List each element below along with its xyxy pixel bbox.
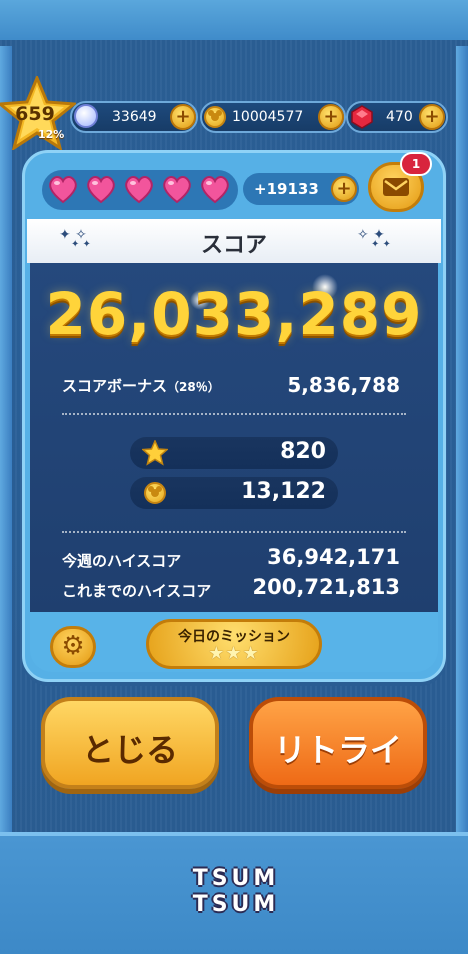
exp-earned: 820	[280, 439, 326, 464]
final-score: 26,033,289	[45, 280, 423, 348]
envelope-icon	[383, 178, 409, 196]
logo-line-2: TSUM	[192, 892, 280, 917]
logo-line-1: TSUM	[192, 866, 280, 891]
score-bonus-percent: （28％）	[167, 380, 220, 394]
add-coins-button[interactable]: +	[318, 104, 344, 130]
close-label: とじる	[81, 731, 178, 769]
mail-badge: 1	[400, 152, 432, 176]
level-number: 659	[15, 103, 55, 125]
ticket-count: 33649	[112, 109, 157, 125]
score-bonus-value: 5,836,788	[287, 373, 400, 397]
alltime-high-value: 200,721,813	[252, 575, 400, 599]
retry-label: リトライ	[273, 731, 402, 769]
settings-button[interactable]: ⚙	[50, 626, 96, 668]
heart-icon	[163, 176, 191, 204]
sparkle-icon: ✦ ✦	[371, 239, 391, 250]
daily-mission-button[interactable]: 今日のミッション ★★★	[146, 619, 322, 669]
tsum-tsum-logo: TSUM TSUM	[174, 866, 298, 926]
extra-lives-count: +19133	[254, 180, 319, 198]
ruby-icon	[351, 105, 373, 129]
score-bonus-text: スコアボーナス	[62, 377, 168, 395]
add-lives-button[interactable]: +	[331, 176, 357, 202]
weekly-high-label: 今週のハイスコア	[62, 552, 182, 570]
weekly-high-value: 36,942,171	[267, 545, 400, 569]
score-header: スコア ✦ ✧ ✦ ✦ ✧ ✦ ✦ ✦	[27, 219, 441, 263]
level-progress: 12%	[38, 128, 65, 141]
coins-earned-icon	[144, 482, 166, 504]
sparkle-icon: ✦ ✦	[71, 239, 91, 250]
divider	[62, 531, 406, 533]
ruby-count: 470	[386, 109, 413, 125]
close-button[interactable]: とじる	[41, 697, 219, 789]
gear-icon: ⚙	[61, 631, 85, 661]
left-rail	[0, 46, 12, 836]
alltime-high-label: これまでのハイスコア	[62, 582, 212, 600]
right-rail	[456, 46, 468, 836]
score-bonus-label: スコアボーナス（28％）	[62, 375, 220, 396]
heart-icon	[49, 176, 77, 204]
coin-icon	[204, 106, 226, 128]
retry-button[interactable]: リトライ	[249, 697, 427, 789]
exp-star-icon	[142, 440, 168, 466]
heart-icon	[87, 176, 115, 204]
add-rubies-button[interactable]: +	[419, 104, 445, 130]
coins-earned: 13,122	[241, 479, 326, 504]
heart-icon	[201, 176, 229, 204]
coin-count: 10004577	[232, 109, 304, 125]
heart-icon	[125, 176, 153, 204]
add-tickets-button[interactable]: +	[170, 104, 196, 130]
ticket-icon	[74, 104, 98, 128]
divider	[62, 413, 406, 415]
mission-stars-icon: ★★★	[208, 643, 260, 664]
